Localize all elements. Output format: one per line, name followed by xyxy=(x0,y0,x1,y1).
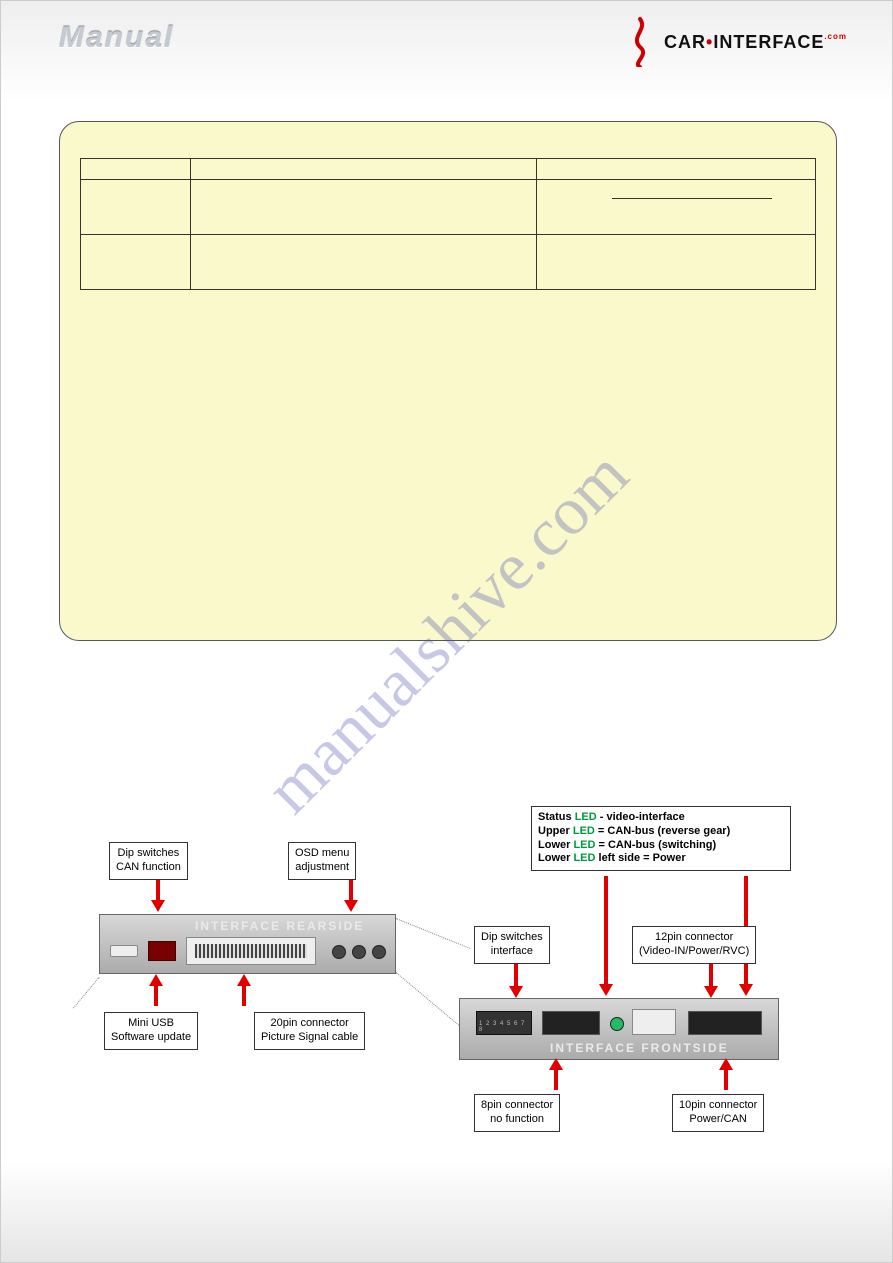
dip-switches-icon xyxy=(148,941,176,961)
page: Manual CAR•INTERFACE.com xyxy=(0,0,893,1263)
status-line: Lower LED = CAN-bus (switching) xyxy=(538,839,784,853)
arrow-icon xyxy=(349,880,353,902)
logo-suffix: .com xyxy=(824,32,847,41)
arrow-icon xyxy=(724,1068,728,1090)
connector-8pin-icon xyxy=(542,1011,600,1035)
label-osd: OSD menuadjustment xyxy=(288,842,356,880)
arrow-icon xyxy=(554,1068,558,1090)
label-miniusb: Mini USBSoftware update xyxy=(104,1012,198,1050)
connection-diagram: Dip switchesCAN function OSD menuadjustm… xyxy=(59,806,837,1166)
label-dip-can: Dip switchesCAN function xyxy=(109,842,188,880)
info-panel xyxy=(59,121,837,641)
cell xyxy=(536,180,815,235)
ribbon-connector-icon xyxy=(186,937,316,965)
device-frontside: INTERFACE FRONTSIDE 1 2 3 4 5 6 7 8 xyxy=(459,998,779,1060)
arrow-icon xyxy=(709,964,713,988)
label-20pin: 20pin connectorPicture Signal cable xyxy=(254,1012,365,1050)
ribbon-pins-icon xyxy=(195,944,307,958)
label-10pin: 10pin connectorPower/CAN xyxy=(672,1094,764,1132)
manual-title: Manual xyxy=(59,21,174,55)
logo-swoosh-icon xyxy=(622,17,658,67)
label-8pin: 8pin connectorno function xyxy=(474,1094,560,1132)
cell xyxy=(81,159,191,180)
brand-logo: CAR•INTERFACE.com xyxy=(622,17,847,67)
logo-text: CAR•INTERFACE.com xyxy=(664,32,847,53)
status-line: Upper LED = CAN-bus (reverse gear) xyxy=(538,825,784,839)
status-line: Lower LED left side = Power xyxy=(538,852,784,866)
projection-line-icon xyxy=(396,918,471,949)
osd-button-icon xyxy=(372,945,386,959)
label-12pin: 12pin connector(Video-IN/Power/RVC) xyxy=(632,926,756,964)
status-line: Status LED - video-interface xyxy=(538,811,784,825)
device-rearside: INTERFACE REARSIDE xyxy=(99,914,396,974)
logo-left: CAR xyxy=(664,32,706,52)
projection-line-icon xyxy=(73,977,99,1008)
dip-table xyxy=(80,158,816,290)
device-rear-title: INTERFACE REARSIDE xyxy=(195,919,364,933)
arrow-icon xyxy=(514,964,518,988)
label-status-led: Status LED - video-interface Upper LED =… xyxy=(531,806,791,871)
cell xyxy=(191,159,536,180)
table-row xyxy=(81,235,816,290)
device-front-title: INTERFACE FRONTSIDE xyxy=(550,1041,729,1055)
label-dip-interface: Dip switchesinterface xyxy=(474,926,550,964)
cell xyxy=(81,235,191,290)
cell xyxy=(536,159,815,180)
arrow-icon xyxy=(242,984,246,1006)
table-row xyxy=(81,180,816,235)
led-icon xyxy=(610,1017,624,1031)
cell xyxy=(536,235,815,290)
mini-usb-port-icon xyxy=(110,945,138,957)
dip-numbers: 1 2 3 4 5 6 7 8 xyxy=(479,1021,529,1033)
arrow-icon xyxy=(156,880,160,902)
cell xyxy=(191,235,536,290)
arrow-icon xyxy=(604,876,608,986)
table-row xyxy=(81,159,816,180)
connector-12pin-icon xyxy=(632,1009,676,1035)
logo-right: INTERFACE xyxy=(713,32,824,52)
underline-rule xyxy=(612,198,772,199)
arrow-icon xyxy=(154,984,158,1006)
cell xyxy=(191,180,536,235)
osd-button-icon xyxy=(352,945,366,959)
header: Manual CAR•INTERFACE.com xyxy=(59,21,847,71)
connector-10pin-icon xyxy=(688,1011,762,1035)
cell xyxy=(81,180,191,235)
osd-button-icon xyxy=(332,945,346,959)
dip-switches-icon: 1 2 3 4 5 6 7 8 xyxy=(476,1011,532,1035)
